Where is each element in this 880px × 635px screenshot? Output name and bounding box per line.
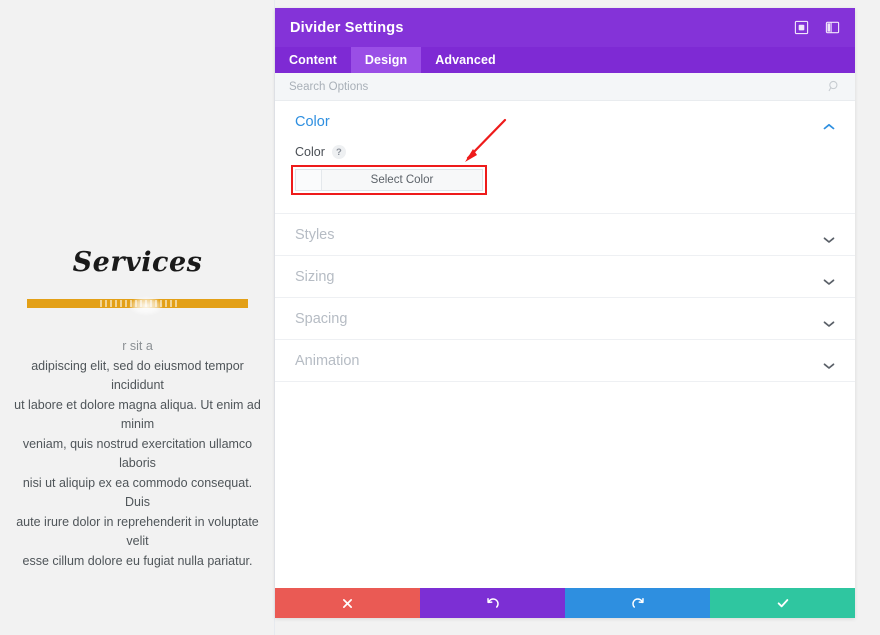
panel-body[interactable]: Color Color ? Select Color Styles Sizing… bbox=[275, 101, 855, 588]
screen: Services r sit a adipiscing elit, sed do… bbox=[0, 0, 880, 635]
section-color-content: Color ? Select Color bbox=[275, 142, 855, 213]
panel-tabs: Content Design Advanced bbox=[275, 47, 855, 73]
section-spacing: Spacing bbox=[275, 298, 855, 340]
tab-design[interactable]: Design bbox=[350, 47, 422, 73]
section-color-header[interactable]: Color bbox=[275, 101, 855, 142]
chevron-down-icon[interactable] bbox=[823, 315, 835, 327]
divider-settings-panel: Divider Settings Content Design Advanced… bbox=[275, 8, 855, 618]
section-sizing-header[interactable]: Sizing bbox=[275, 256, 855, 297]
tab-advanced[interactable]: Advanced bbox=[421, 47, 510, 73]
page-title: Services bbox=[72, 247, 203, 278]
layout-panel-icon[interactable] bbox=[825, 20, 840, 35]
color-swatch[interactable] bbox=[296, 170, 322, 190]
body-line: aute irure dolor in reprehenderit in vol… bbox=[16, 514, 259, 549]
chevron-up-icon[interactable] bbox=[823, 118, 835, 129]
body-line: nisi ut aliquip ex ea commodo consequat.… bbox=[22, 475, 253, 510]
panel-header-actions bbox=[794, 20, 840, 35]
section-color-label: Color bbox=[295, 113, 330, 130]
section-animation-header[interactable]: Animation bbox=[275, 340, 855, 381]
section-color: Color Color ? Select Color bbox=[275, 101, 855, 214]
panel-header: Divider Settings bbox=[275, 8, 855, 47]
body-line: ut labore et dolore magna aliqua. Ut eni… bbox=[14, 397, 261, 432]
section-sizing-label: Sizing bbox=[295, 268, 335, 285]
section-styles-header[interactable]: Styles bbox=[275, 214, 855, 255]
section-sizing: Sizing bbox=[275, 256, 855, 298]
help-icon[interactable]: ? bbox=[331, 145, 346, 159]
section-spacing-label: Spacing bbox=[295, 310, 348, 327]
select-color-label: Select Color bbox=[370, 174, 434, 186]
section-spacing-header[interactable]: Spacing bbox=[275, 298, 855, 339]
redo-button[interactable] bbox=[565, 588, 710, 618]
section-styles-label: Styles bbox=[295, 226, 335, 243]
chevron-down-icon[interactable] bbox=[823, 231, 835, 243]
body-line: veniam, quis nostrud exercitation ullamc… bbox=[22, 436, 253, 471]
save-button[interactable] bbox=[710, 588, 855, 618]
section-styles: Styles bbox=[275, 214, 855, 256]
undo-button[interactable] bbox=[420, 588, 565, 618]
chevron-down-icon[interactable] bbox=[823, 357, 835, 369]
color-picker-wrap: Select Color bbox=[291, 165, 487, 195]
divider-module[interactable] bbox=[27, 296, 248, 316]
panel-title: Divider Settings bbox=[290, 19, 404, 36]
body-line: adipiscing elit, sed do eiusmod tempor i… bbox=[31, 358, 244, 393]
section-animation-label: Animation bbox=[295, 352, 360, 369]
select-color-button[interactable]: Select Color bbox=[295, 169, 483, 191]
section-animation: Animation bbox=[275, 340, 855, 382]
search-icon[interactable] bbox=[828, 80, 841, 93]
color-field-label: Color bbox=[295, 145, 325, 159]
cancel-button[interactable] bbox=[275, 588, 420, 618]
search-options-bar bbox=[275, 73, 855, 101]
target-icon[interactable] bbox=[794, 20, 809, 35]
chevron-down-icon[interactable] bbox=[823, 273, 835, 285]
divider-bar bbox=[27, 299, 248, 308]
search-input[interactable] bbox=[289, 80, 828, 93]
body-text: r sit a adipiscing elit, sed do eiusmod … bbox=[13, 337, 262, 571]
tab-content[interactable]: Content bbox=[275, 47, 351, 73]
panel-footer bbox=[275, 588, 855, 618]
services-module: Services r sit a adipiscing elit, sed do… bbox=[0, 245, 275, 571]
body-line-partial: r sit a bbox=[122, 339, 153, 353]
color-field-label-row: Color ? bbox=[295, 142, 835, 162]
body-line: esse cillum dolore eu fugiat nulla paria… bbox=[22, 553, 253, 568]
page-preview: Services r sit a adipiscing elit, sed do… bbox=[0, 0, 275, 635]
